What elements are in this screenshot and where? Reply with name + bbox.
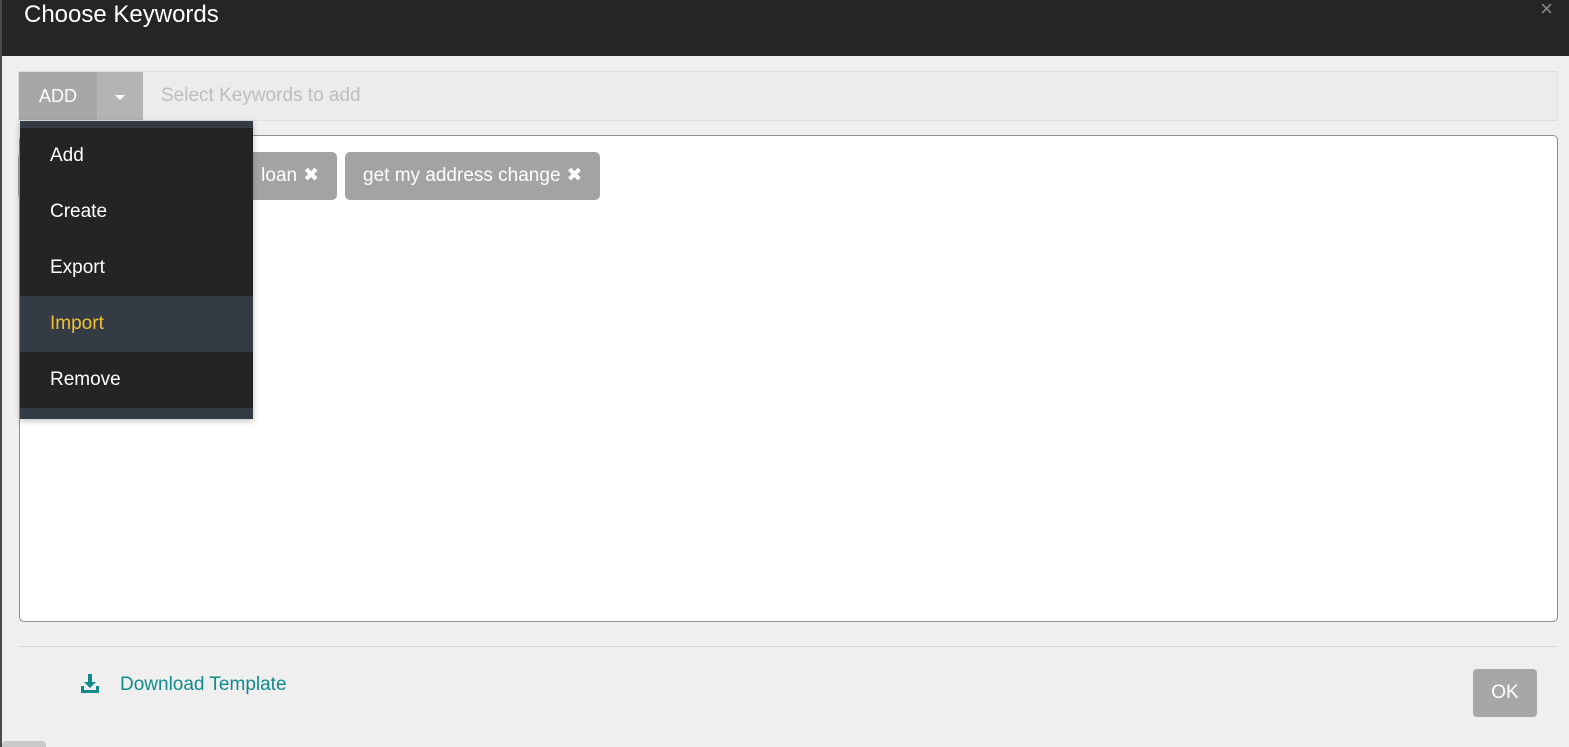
keyword-chip-label: get my address change (363, 165, 561, 186)
menu-item-export[interactable]: Export (20, 240, 253, 296)
close-icon[interactable]: × (1540, 0, 1553, 22)
caret-down-icon (115, 95, 125, 100)
corner-tab (2, 741, 46, 747)
remove-chip-icon[interactable]: ✖ (567, 165, 583, 186)
add-dropdown-toggle[interactable] (97, 72, 143, 120)
ok-button[interactable]: OK (1473, 669, 1537, 717)
keyword-search-input[interactable] (159, 72, 1549, 120)
footer-divider (18, 646, 1558, 647)
modal-header: Choose Keywords × (2, 0, 1569, 56)
download-template-label: Download Template (120, 674, 287, 695)
keyword-chip-label: loan (261, 165, 298, 186)
download-icon (81, 674, 99, 693)
menu-item-create[interactable]: Create (20, 184, 253, 240)
add-dropdown-menu: Add Create Export Import Remove (20, 121, 253, 419)
menu-item-add[interactable]: Add (20, 128, 253, 184)
download-template-link[interactable]: Download Template (80, 672, 287, 698)
modal-title: Choose Keywords (24, 1, 219, 28)
choose-keywords-modal: Choose Keywords × ADD loan✖ get my addre… (0, 0, 1569, 747)
menu-item-remove[interactable]: Remove (20, 352, 253, 408)
remove-chip-icon[interactable]: ✖ (303, 165, 319, 186)
add-button[interactable]: ADD (19, 72, 97, 120)
keyword-chip: get my address change ✖ (345, 152, 601, 200)
menu-item-import[interactable]: Import (20, 296, 253, 352)
keyword-add-bar: ADD (18, 71, 1558, 121)
